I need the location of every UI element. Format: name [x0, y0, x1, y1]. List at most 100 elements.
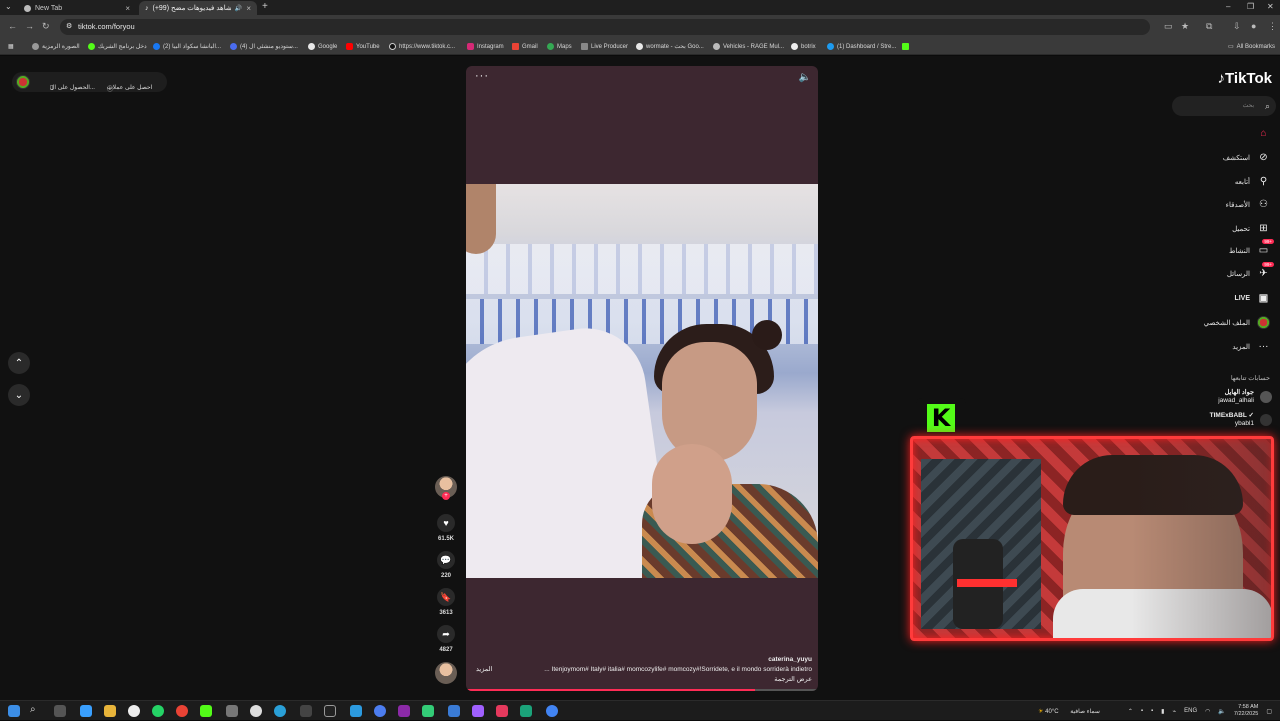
sidebar-item-friends[interactable]: الأصدقاء ⚇ — [1226, 198, 1270, 211]
search-icon[interactable]: ⌕ — [1265, 96, 1270, 116]
chrome-icon[interactable] — [176, 705, 188, 717]
video-progress-bar[interactable] — [466, 689, 818, 691]
app-icon[interactable] — [520, 705, 532, 717]
menu-kebab-icon[interactable]: ⋮ — [1268, 21, 1277, 32]
video-username[interactable]: caterina_yuyu — [472, 655, 812, 665]
bookmark-item[interactable] — [902, 43, 909, 50]
minimize-icon[interactable]: – — [1226, 2, 1230, 11]
bookmark-item[interactable]: (1) Dashboard / Stre... — [827, 43, 896, 50]
bookmark-star-icon[interactable]: ★ — [1181, 21, 1189, 32]
clock[interactable]: 7:58 AM 7/22/2025 — [1234, 704, 1258, 718]
search-input[interactable]: بحث ⌕ — [1172, 96, 1276, 116]
sidebar-item-following[interactable]: أتابعه ⚲ — [1235, 175, 1270, 188]
whatsapp-icon[interactable] — [152, 705, 164, 717]
url-field[interactable]: ⚙ tiktok.com/foryou — [60, 19, 1150, 35]
back-icon[interactable]: ← — [8, 21, 17, 31]
bookmark-item[interactable]: botrix — [791, 43, 816, 50]
video-frame[interactable] — [466, 184, 818, 578]
close-tab-icon[interactable]: × — [246, 4, 251, 13]
sidebar-item-live[interactable]: LIVE ▣ — [1234, 292, 1270, 305]
comment-button[interactable]: 💬 — [437, 551, 455, 569]
close-tab-icon[interactable]: × — [125, 4, 130, 13]
notifications-icon[interactable]: ▢ — [1266, 708, 1272, 715]
save-button[interactable]: 🔖 — [437, 588, 455, 606]
more-options-icon[interactable]: ··· — [475, 70, 489, 82]
share-button[interactable]: ➦ — [437, 625, 455, 643]
sidebar-item-explore[interactable]: استكشف ⊘ — [1223, 151, 1270, 164]
tab-tiktok[interactable]: ♪ (+99) شاهد فيديوهات مضح... 🔊 × — [139, 1, 257, 15]
skype-icon[interactable] — [350, 705, 362, 717]
bookmark-item[interactable]: الصورة الرمزية — [32, 43, 80, 50]
scroll-down-button[interactable]: ⌄ — [8, 384, 30, 406]
kick-icon[interactable] — [200, 705, 212, 717]
obs-icon[interactable] — [250, 705, 262, 717]
sidebar-item-more[interactable]: المزيد ··· — [1232, 340, 1270, 353]
volume-icon[interactable]: 🔈 — [1218, 708, 1225, 715]
new-tab-button[interactable]: + — [262, 1, 268, 12]
weather-widget[interactable]: ☀ 40°C سماء صافية — [1038, 708, 1100, 715]
bookmark-item[interactable]: Vehicles - RAGE Mul... — [713, 43, 784, 50]
bookmark-item[interactable]: Gmail — [512, 43, 538, 50]
volume-icon[interactable]: 🔈 — [799, 72, 811, 83]
sidebar-item-messages[interactable]: الرسائل ✈ 99+ — [1227, 262, 1274, 280]
battery-icon[interactable]: ▮ — [1161, 708, 1164, 715]
app-icon[interactable] — [472, 705, 484, 717]
premiere-icon[interactable] — [398, 705, 410, 717]
sidebar-item-upload[interactable]: تحميل ⊞ — [1232, 222, 1270, 235]
followed-account[interactable]: جواد الهايل jawad_alhali — [1218, 389, 1272, 405]
tab-search-icon[interactable]: ⌄ — [5, 2, 12, 11]
extensions-icon[interactable]: ⧉ — [1206, 21, 1212, 32]
windows-start-icon[interactable] — [8, 705, 20, 717]
user-avatar[interactable] — [16, 75, 30, 89]
sidebar-item-home[interactable]: ⌂ — [1250, 127, 1270, 140]
follow-plus-icon[interactable]: + — [442, 492, 450, 500]
bookmark-item[interactable]: https://www.tiktok.c... — [389, 43, 455, 50]
bookmark-item[interactable]: Maps — [547, 43, 572, 50]
reload-icon[interactable]: ↻ — [42, 21, 50, 32]
tiktok-logo[interactable]: ♪TikTok — [1218, 70, 1272, 87]
bookmark-item[interactable]: Google — [308, 43, 337, 50]
usb-icon[interactable]: ⌁ — [1172, 708, 1176, 715]
bookmark-item[interactable]: Live Producer — [581, 43, 628, 50]
maximize-icon[interactable]: ❐ — [1247, 2, 1254, 11]
app-icon[interactable] — [128, 705, 140, 717]
app-icon[interactable] — [374, 705, 386, 717]
see-more-link[interactable]: المزيد — [472, 665, 492, 675]
task-view-icon[interactable] — [54, 705, 66, 717]
search-icon[interactable]: ⌕ — [30, 704, 42, 716]
bookmark-item[interactable]: دخل برنامج الشريك — [88, 43, 147, 50]
scroll-up-button[interactable]: ⌃ — [8, 352, 30, 374]
app-icon[interactable] — [448, 705, 460, 717]
tiktok-live-icon[interactable] — [496, 705, 508, 717]
bookmark-item[interactable]: Instagram — [467, 43, 504, 50]
file-explorer-icon[interactable] — [104, 705, 116, 717]
bookmark-item[interactable]: (2) البانشا سكواد البيا... — [153, 43, 221, 50]
site-info-icon[interactable]: ⚙ — [66, 19, 72, 35]
language-indicator[interactable]: ENG — [1184, 708, 1197, 714]
tray-app-icon[interactable]: ▪ — [1141, 708, 1143, 714]
bookmark-item[interactable]: wormate - بحث Goo... — [636, 43, 704, 50]
translate-link[interactable]: عرض الترجمة — [472, 675, 812, 685]
app-icon[interactable] — [300, 705, 312, 717]
bookmark-item[interactable]: (4) ستوديو منشئي ال... — [230, 43, 298, 50]
apps-grid-icon[interactable]: ▦ — [8, 43, 14, 50]
chrome-icon[interactable] — [546, 705, 558, 717]
downloads-icon[interactable]: ⇩ — [1233, 21, 1241, 32]
profile-icon[interactable]: ● — [1251, 21, 1256, 31]
install-app-icon[interactable]: ▭ — [1164, 21, 1173, 32]
like-button[interactable]: ♥ — [437, 514, 455, 532]
close-window-icon[interactable]: ✕ — [1267, 2, 1274, 11]
tab-new-tab[interactable]: New Tab × — [18, 1, 136, 15]
video-player[interactable]: ··· 🔈 caterina_yuyu المزيد ... Itenjoymo… — [466, 66, 818, 691]
app-icon[interactable] — [324, 705, 336, 717]
followed-account[interactable]: TIMExBABL ✓ ybabl1 — [1210, 412, 1272, 428]
app-icon[interactable] — [226, 705, 238, 717]
speaker-icon[interactable]: 🔊 — [235, 5, 242, 12]
sidebar-item-profile[interactable]: الملف الشخصي — [1204, 316, 1270, 329]
sound-disc[interactable] — [435, 662, 457, 684]
wifi-icon[interactable]: ◠ — [1205, 708, 1210, 715]
tray-overflow-icon[interactable]: ⌃ — [1128, 708, 1133, 715]
tray-app-icon[interactable]: ▪ — [1151, 708, 1153, 714]
sidebar-item-activity[interactable]: النشاط ▭ 99+ — [1229, 239, 1274, 257]
creator-avatar[interactable]: + — [435, 476, 457, 500]
